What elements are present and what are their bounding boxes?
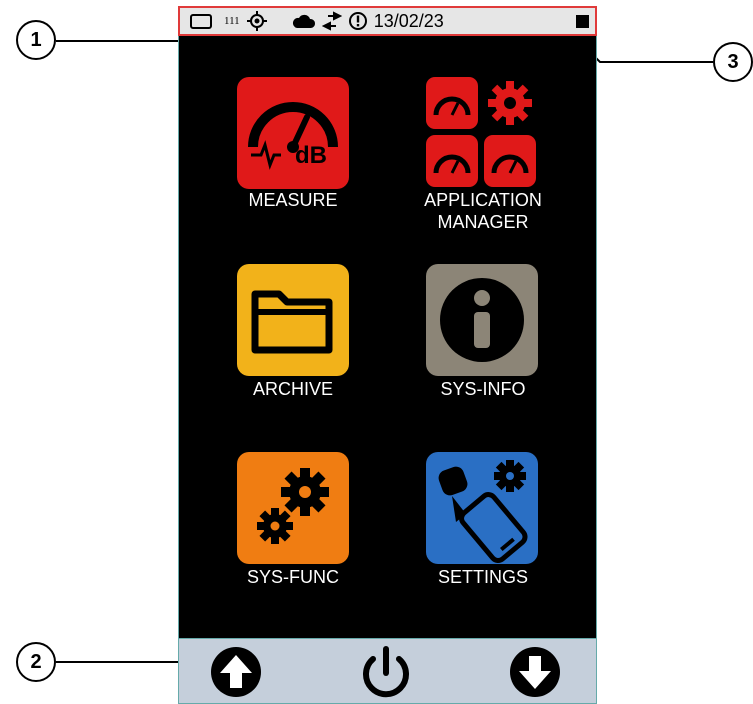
app-manager-label-line2: MANAGER: [437, 212, 529, 232]
gears-icon: [257, 468, 329, 544]
sys-info-tile: [426, 264, 538, 376]
archive-label: ARCHIVE: [252, 379, 333, 399]
arrow-up-icon[interactable]: [210, 646, 262, 698]
measure-tile: dB: [237, 77, 349, 189]
sys-info-label: SYS-INFO: [440, 379, 526, 399]
callout-1: 1: [16, 20, 56, 60]
settings-label: SETTINGS: [437, 567, 528, 587]
app-manager-icon: [426, 77, 536, 187]
callout-2-line: [56, 661, 190, 663]
settings-icon: [438, 460, 528, 564]
app-manager-label: APPLICATION MANAGER: [393, 189, 573, 233]
power-icon[interactable]: [359, 645, 413, 701]
sys-func-label: SYS-FUNC: [246, 567, 339, 587]
callout-3-number: 3: [727, 50, 739, 73]
cloud-icon: [292, 14, 315, 28]
alert-icon: [348, 12, 367, 30]
settings-tile: [426, 452, 538, 564]
app-manager-label-line1: APPLICATION: [424, 190, 542, 210]
arrow-down-icon[interactable]: [509, 646, 561, 698]
measure-db-text: dB: [295, 142, 327, 169]
status-bar: 111 13/02/23: [178, 6, 597, 36]
bottom-bar: [178, 638, 597, 704]
folder-icon: [251, 290, 333, 354]
sys-func-tile: [237, 452, 349, 564]
gps-icon: [246, 11, 267, 31]
transfer-arrows-icon: [321, 11, 342, 31]
callout-2-number: 2: [30, 650, 42, 673]
app-manager-tile: [426, 77, 538, 189]
info-icon: [440, 278, 524, 362]
measure-label: MEASURE: [248, 190, 338, 210]
gauge-db-icon: dB: [248, 102, 338, 170]
callout-1-number: 1: [30, 28, 42, 51]
archive-tile: [237, 264, 349, 376]
status-small-value: 111: [224, 15, 240, 27]
callout-2: 2: [16, 642, 56, 682]
storage-square-icon: [576, 15, 589, 28]
status-date: 13/02/23: [373, 10, 444, 31]
battery-icon: [190, 13, 212, 29]
